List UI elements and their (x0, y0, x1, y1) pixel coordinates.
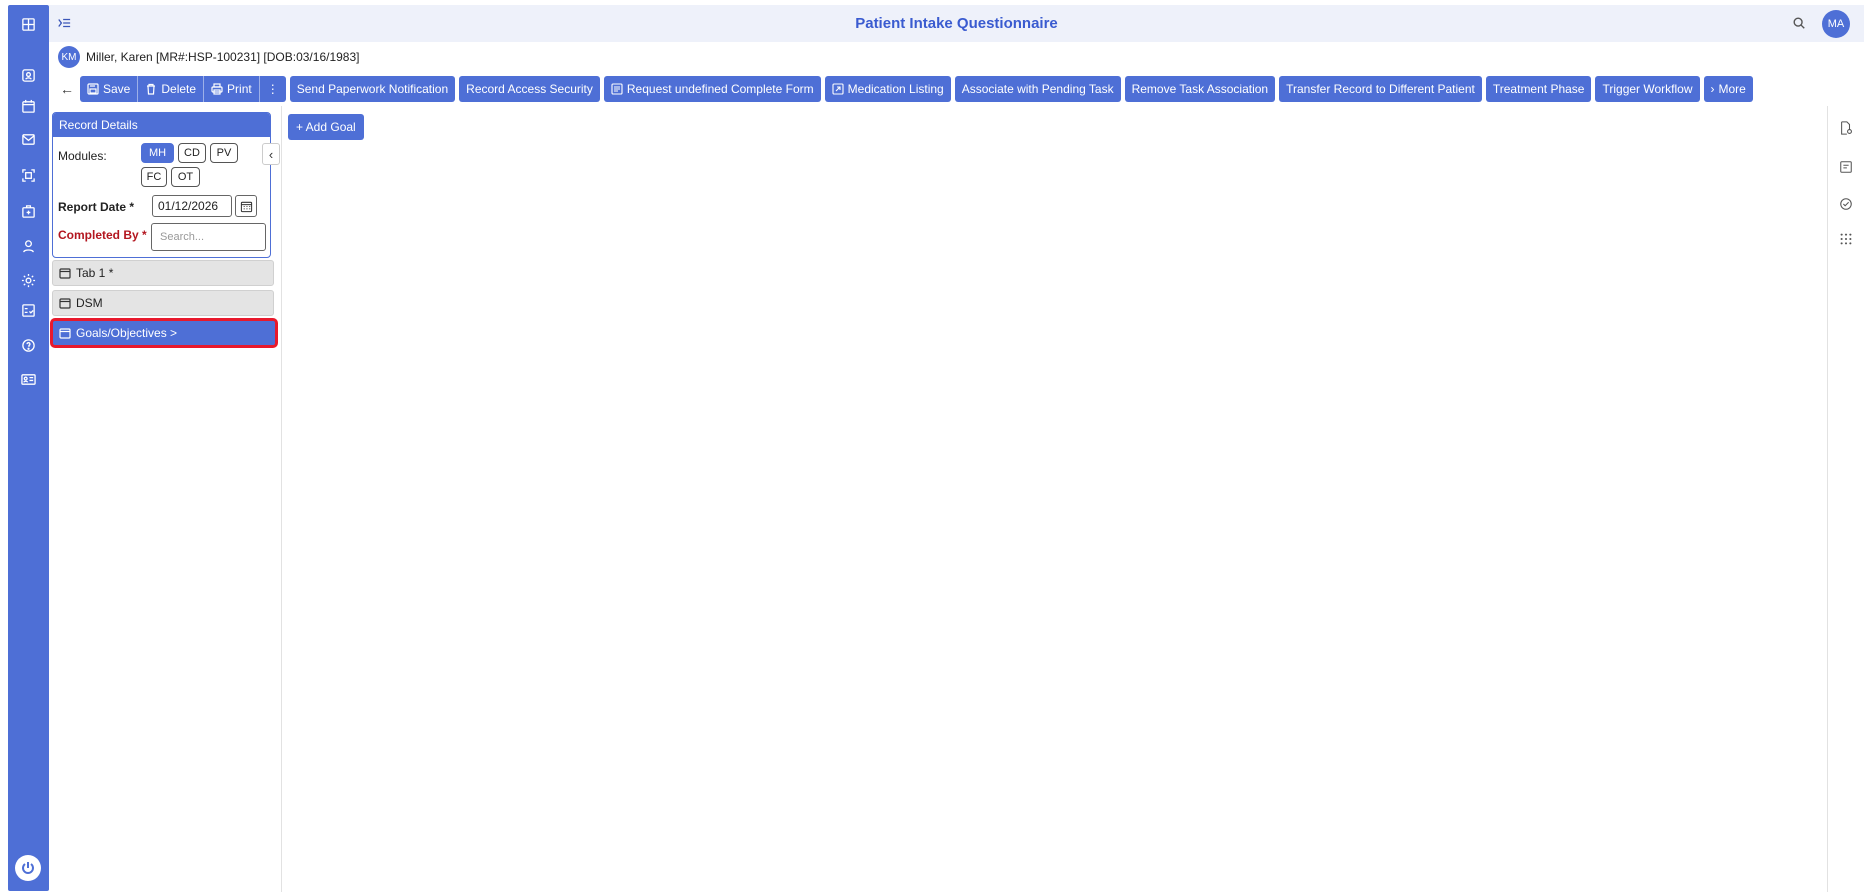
patient-avatar: KM (58, 46, 80, 68)
tab-label: Tab 1 * (76, 266, 114, 280)
user-icon[interactable] (8, 233, 49, 259)
report-date-input[interactable]: 01/12/2026 (152, 195, 232, 217)
tab-goals-objectives[interactable]: Goals/Objectives > (50, 318, 278, 348)
settings-icon[interactable] (8, 267, 49, 293)
save-delete-print-group: Save Delete Print ⋮ (80, 76, 286, 102)
associate-pending-task-button[interactable]: Associate with Pending Task (954, 76, 1121, 102)
more-button[interactable]: › More (1703, 76, 1753, 102)
left-panel-divider (281, 106, 282, 892)
mail-icon[interactable] (8, 126, 49, 152)
send-paperwork-notification-button[interactable]: Send Paperwork Notification (289, 76, 456, 102)
add-goal-button[interactable]: + Add Goal (288, 114, 364, 140)
delete-label: Delete (161, 82, 197, 96)
save-button[interactable]: Save (80, 76, 139, 102)
transfer-record-button[interactable]: Transfer Record to Different Patient (1279, 76, 1482, 102)
calendar-icon[interactable] (8, 93, 49, 119)
trigger-workflow-button[interactable]: Trigger Workflow (1595, 76, 1700, 102)
page-title: Patient Intake Questionnaire (855, 15, 1058, 32)
apps-grid-icon[interactable] (1836, 229, 1856, 249)
calendar-picker-icon[interactable] (235, 195, 257, 217)
action-toolbar: ← Save Delete Print ⋮ Send Paperwork Not… (58, 76, 1753, 102)
left-nav-rail (8, 5, 49, 891)
module-chip-ot[interactable]: OT (171, 167, 200, 187)
user-avatar[interactable]: MA (1822, 10, 1850, 38)
form-icon (611, 83, 623, 95)
print-button[interactable]: Print (204, 76, 260, 102)
back-arrow-icon[interactable]: ← (58, 81, 76, 97)
completed-by-label: Completed By * (58, 228, 147, 242)
tab-tab-1[interactable]: Tab 1 * (52, 260, 274, 286)
modules-label: Modules: (58, 149, 107, 163)
print-label: Print (227, 82, 252, 96)
chevron-right-icon: › (1710, 82, 1715, 96)
record-details-header: Record Details (53, 113, 270, 137)
medical-kit-icon[interactable] (8, 198, 49, 224)
medication-icon (832, 83, 844, 95)
module-chip-fc[interactable]: FC (141, 167, 167, 187)
more-label: More (1718, 82, 1746, 96)
grid-icon[interactable] (8, 11, 49, 37)
scan-icon[interactable] (8, 162, 49, 188)
remove-task-association-button[interactable]: Remove Task Association (1124, 76, 1276, 102)
medication-listing-label: Medication Listing (847, 82, 944, 96)
module-chip-mh[interactable]: MH (141, 143, 174, 163)
search-icon[interactable] (1792, 16, 1806, 33)
request-complete-form-label: Request undefined Complete Form (626, 82, 814, 96)
completed-by-search-input[interactable]: Search... (151, 223, 266, 251)
tab-window-icon (59, 267, 71, 279)
delete-button[interactable]: Delete (138, 76, 205, 102)
power-icon[interactable] (15, 855, 41, 881)
save-label: Save (103, 82, 131, 96)
more-actions-dots-button[interactable]: ⋮ (260, 76, 286, 102)
title-bar: Patient Intake Questionnaire MA (49, 5, 1864, 42)
right-panel-divider (1827, 106, 1828, 892)
help-icon[interactable] (8, 332, 49, 358)
tab-window-icon (59, 297, 71, 309)
record-access-security-button[interactable]: Record Access Security (459, 76, 600, 102)
id-card-icon[interactable] (8, 366, 49, 392)
treatment-phase-button[interactable]: Treatment Phase (1485, 76, 1592, 102)
tab-dsm[interactable]: DSM (52, 290, 274, 316)
checklist-icon[interactable] (8, 297, 49, 323)
record-details-panel: Record Details Modules: MH CD PV FC OT R… (52, 112, 271, 258)
tab-label: Goals/Objectives > (76, 326, 178, 340)
module-chip-pv[interactable]: PV (210, 143, 238, 163)
check-circle-icon[interactable] (1836, 194, 1856, 214)
patient-label: Miller, Karen [MR#:HSP-100231] [DOB:03/1… (86, 50, 360, 64)
medication-listing-button[interactable]: Medication Listing (824, 76, 951, 102)
tab-label: DSM (76, 296, 103, 310)
tab-window-icon (59, 327, 71, 339)
patient-banner: KM Miller, Karen [MR#:HSP-100231] [DOB:0… (58, 46, 359, 68)
module-chip-cd[interactable]: CD (178, 143, 206, 163)
collapse-panel-chevron-icon[interactable]: ‹ (262, 143, 280, 165)
document-settings-icon[interactable] (1836, 118, 1856, 138)
contact-card-icon[interactable] (8, 62, 49, 88)
request-complete-form-button[interactable]: Request undefined Complete Form (603, 76, 821, 102)
notes-icon[interactable] (1836, 157, 1856, 177)
report-date-label: Report Date * (58, 200, 135, 214)
